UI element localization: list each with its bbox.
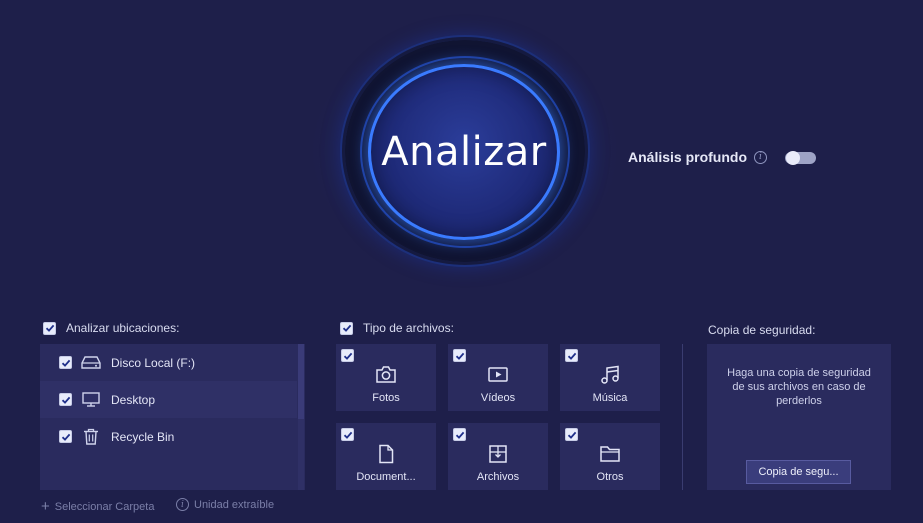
file-type-archives[interactable]: Archivos: [448, 423, 548, 490]
locations-list: Disco Local (F:) Desktop Recycle Bin: [40, 344, 305, 490]
file-type-checkbox[interactable]: [341, 428, 354, 441]
monitor-icon: [81, 392, 101, 408]
file-type-checkbox[interactable]: [341, 349, 354, 362]
select-folder-link[interactable]: + Seleccionar Carpeta: [41, 498, 154, 515]
file-type-label: Archivos: [476, 471, 520, 483]
location-item-local-disk[interactable]: Disco Local (F:): [40, 344, 297, 381]
location-label: Disco Local (F:): [111, 355, 196, 370]
file-type-label: Otros: [596, 471, 624, 483]
trash-icon: [81, 428, 101, 445]
file-types-header-label: Tipo de archivos:: [363, 321, 454, 335]
location-label: Desktop: [111, 392, 156, 407]
deep-scan-label: Análisis profundo: [628, 149, 747, 165]
file-type-label: Fotos: [372, 392, 400, 404]
removable-drive-label: Unidad extraíble: [194, 498, 275, 511]
file-types-header: Tipo de archivos:: [340, 321, 454, 335]
locations-scrollbar[interactable]: [298, 344, 304, 490]
info-icon: i: [176, 498, 189, 511]
file-type-label: Música: [592, 392, 628, 404]
location-item-recycle-bin[interactable]: Recycle Bin: [40, 418, 297, 455]
video-icon: [448, 365, 548, 387]
toggle-knob: [786, 151, 800, 165]
locations-header-label: Analizar ubicaciones:: [66, 321, 180, 335]
file-type-others[interactable]: Otros: [560, 423, 660, 490]
analyze-button[interactable]: Analizar: [368, 64, 560, 240]
backup-panel: Haga una copia de seguridad de sus archi…: [707, 344, 891, 490]
camera-icon: [336, 365, 436, 387]
scrollbar-thumb[interactable]: [298, 344, 304, 419]
analyze-button-label: Analizar: [381, 129, 547, 175]
select-folder-label: Seleccionar Carpeta: [54, 500, 155, 513]
folder-icon: [560, 444, 660, 466]
file-type-checkbox[interactable]: [565, 428, 578, 441]
file-type-documents[interactable]: Document...: [336, 423, 436, 490]
backup-title: Copia de seguridad:: [708, 323, 816, 337]
file-type-label: Vídeos: [480, 392, 516, 404]
locations-header: Analizar ubicaciones:: [43, 321, 179, 335]
file-type-checkbox[interactable]: [565, 349, 578, 362]
deep-scan-setting: Análisis profundo i: [628, 149, 767, 165]
backup-button[interactable]: Copia de segu...: [746, 460, 851, 484]
location-checkbox[interactable]: [59, 356, 72, 369]
location-checkbox[interactable]: [59, 393, 72, 406]
location-item-desktop[interactable]: Desktop: [40, 381, 297, 418]
music-icon: [560, 365, 660, 387]
file-type-videos[interactable]: Vídeos: [448, 344, 548, 411]
hard-drive-icon: [81, 355, 101, 371]
file-type-photos[interactable]: Fotos: [336, 344, 436, 411]
locations-all-checkbox[interactable]: [43, 321, 56, 335]
plus-icon: +: [41, 498, 50, 515]
file-type-checkbox[interactable]: [453, 428, 466, 441]
section-divider: [682, 344, 683, 490]
archive-icon: [448, 444, 548, 466]
location-checkbox[interactable]: [59, 430, 72, 443]
file-type-label: Document...: [356, 471, 416, 483]
location-label: Recycle Bin: [111, 429, 175, 444]
deep-scan-toggle[interactable]: [785, 151, 816, 165]
file-types-all-checkbox[interactable]: [340, 321, 353, 335]
info-icon[interactable]: i: [754, 150, 767, 164]
file-type-checkbox[interactable]: [453, 349, 466, 362]
file-type-music[interactable]: Música: [560, 344, 660, 411]
backup-description: Haga una copia de seguridad de sus archi…: [727, 367, 871, 407]
removable-drive-link[interactable]: i Unidad extraíble: [176, 498, 274, 511]
document-icon: [336, 444, 436, 466]
